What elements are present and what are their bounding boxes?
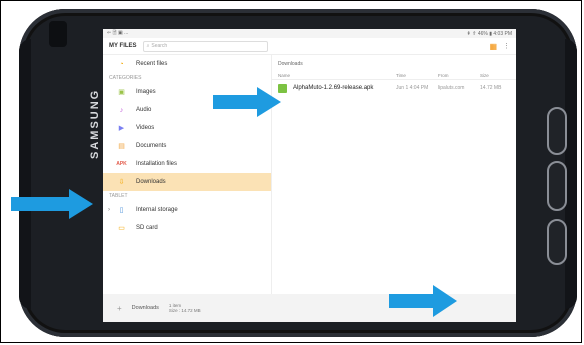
grid-view-icon[interactable]: ▦ (489, 42, 497, 51)
sidebar-item-label: Recent files (136, 61, 168, 67)
sidebar-item-videos[interactable]: ▶ Videos (103, 119, 271, 137)
stylus-icon (49, 21, 67, 47)
search-icon: ⌕ (146, 43, 150, 49)
sidebar-item-label: SD card (136, 225, 158, 231)
sidebar-item-label: Installation files (136, 161, 178, 167)
sd-card-icon: ▭ (118, 225, 125, 232)
sidebar-item-documents[interactable]: ▤ Documents (103, 137, 271, 155)
arrow-right-icon (389, 285, 457, 317)
search-input[interactable]: ⌕ Search (142, 40, 268, 52)
sidebar-item-downloads[interactable]: ⇩ Downloads (103, 173, 271, 191)
tablet-label: TABLET (109, 193, 128, 199)
more-options-icon[interactable]: ⋮ (503, 42, 510, 50)
sidebar-item-recent[interactable]: ◔ Recent files (103, 55, 271, 73)
file-row[interactable]: AlphaMuto-1.2.69-release.apk Jun 1 4:04 … (272, 80, 516, 96)
chevron-right-icon[interactable]: › (108, 207, 110, 213)
sidebar-item-sd-card[interactable]: ▭ SD card (103, 219, 271, 237)
screen: ⇐ 🗎 ▣ ... ⇞ ⇑ 46% ▮ 4:03 PM MY FILES ⌕ S… (103, 29, 516, 322)
back-hw-button[interactable] (547, 219, 567, 265)
phone-storage-icon: ▯ (119, 207, 124, 214)
image-frame: SAMSUNG ⇐ 🗎 ▣ ... ⇞ ⇑ 46% ▮ 4:03 PM MY F… (0, 0, 582, 343)
file-time: Jun 1 4:04 PM (396, 85, 429, 91)
header-size[interactable]: Size (480, 73, 510, 78)
video-icon: ▶ (118, 125, 125, 132)
bottom-bar-meta: 1 item Size : 14.72 MB (169, 303, 201, 313)
header-from[interactable]: From (438, 73, 480, 78)
bottom-bar-label: Downloads (131, 305, 159, 311)
breadcrumb[interactable]: Downloads (272, 55, 516, 71)
file-name: AlphaMuto-1.2.69-release.apk (293, 85, 374, 91)
column-headers: Name Time From Size (272, 71, 516, 80)
add-icon[interactable]: + (117, 304, 122, 313)
home-hw-button[interactable] (547, 161, 567, 211)
sidebar-item-label: Images (136, 89, 156, 95)
total-size: Size : 14.72 MB (168, 308, 201, 313)
brand-label: SAMSUNG (89, 88, 101, 159)
image-icon: ▣ (118, 89, 125, 96)
file-from: lipaluts.com (438, 85, 465, 91)
music-icon: ♪ (119, 106, 124, 114)
top-bar: MY FILES ⌕ Search ▦ ⋮ (103, 38, 516, 55)
app-title: MY FILES (109, 43, 137, 49)
sidebar-item-label: Documents (136, 143, 167, 149)
status-bar: ⇐ 🗎 ▣ ... ⇞ ⇑ 46% ▮ 4:03 PM (103, 29, 516, 38)
sidebar-item-label: Videos (136, 125, 155, 131)
left-bumper (19, 39, 31, 309)
sidebar-item-internal-storage[interactable]: › ▯ Internal storage (103, 201, 271, 219)
apk-label-icon: APK (116, 161, 127, 167)
sidebar-item-label: Downloads (136, 179, 166, 185)
sidebar-item-label: Internal storage (136, 207, 178, 213)
sidebar-item-label: Audio (136, 107, 152, 113)
file-size: 14.72 MB (480, 85, 502, 91)
clock-icon: ◔ (119, 60, 124, 68)
status-right: ⇞ ⇑ 46% ▮ 4:03 PM (466, 30, 512, 37)
file-list-panel: Downloads Name Time From Size AlphaMuto-… (272, 55, 516, 294)
header-time[interactable]: Time (396, 73, 438, 78)
header-name[interactable]: Name (278, 73, 396, 78)
search-placeholder: Search (151, 43, 168, 49)
categories-label: CATEGORIES (109, 75, 142, 81)
arrow-right-icon (213, 87, 281, 117)
recent-apps-hw-button[interactable] (547, 107, 567, 155)
sidebar-item-installation-files[interactable]: APK Installation files (103, 155, 271, 173)
status-left: ⇐ 🗎 ▣ ... (107, 29, 129, 36)
download-icon: ⇩ (118, 179, 125, 186)
document-icon: ▤ (118, 143, 125, 150)
arrow-right-icon (11, 189, 93, 219)
